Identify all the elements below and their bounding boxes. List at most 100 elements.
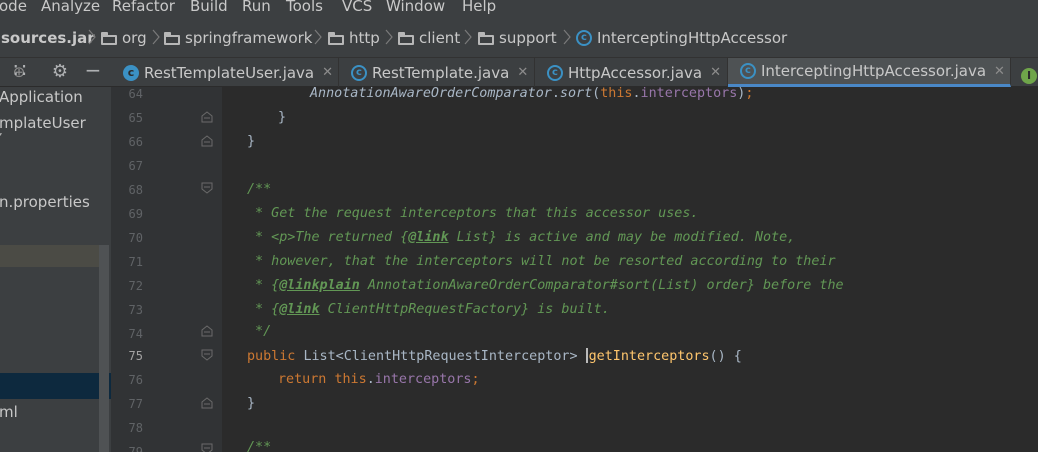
code-token: interceptors (374, 372, 472, 387)
code-token: List} is active and may be modified. Not… (448, 230, 796, 245)
line-number: 78 (128, 421, 143, 435)
tree-row-selected[interactable] (0, 373, 111, 399)
tree-item[interactable]: n.properties (0, 193, 90, 211)
tab-resttemplateuser[interactable]: c RestTemplateUser.java ✕ (111, 58, 339, 87)
breadcrumb-jar[interactable]: sources.jar (1, 27, 95, 49)
breadcrumb-support[interactable]: support (478, 27, 557, 49)
menu-build[interactable]: Build (190, 0, 228, 15)
breadcrumb-springframework-label: springframework (185, 29, 313, 47)
menu-vcs[interactable]: VCS (342, 0, 372, 15)
menu-run[interactable]: Run (242, 0, 271, 15)
fold-end-icon[interactable] (201, 111, 213, 123)
menu-analyze[interactable]: Analyze (41, 0, 100, 15)
fold-start-icon[interactable] (201, 349, 213, 361)
code-line-68: /** (247, 182, 272, 197)
project-scrollbar[interactable] (99, 245, 109, 452)
tree-item[interactable]: mplateUser (0, 114, 86, 132)
class-icon: c (740, 63, 756, 79)
line-number: 72 (128, 279, 143, 293)
fold-end-icon[interactable] (201, 325, 213, 337)
code-line-73: * {@link ClientHttpRequestFactory} is bu… (247, 302, 610, 317)
code-line-76: return this.interceptors; (278, 372, 480, 387)
breadcrumb-http-label: http (349, 29, 380, 47)
interface-icon: I (1021, 68, 1037, 84)
line-number: 67 (128, 159, 143, 173)
code-line-69: * Get the request interceptors that this… (247, 206, 699, 221)
current-line-number: 75 (128, 349, 143, 363)
editor-tab-bar: c RestTemplateUser.java ✕ c RestTemplate… (111, 58, 1038, 87)
menu-refactor[interactable]: Refactor (112, 0, 175, 15)
close-icon[interactable]: ✕ (710, 65, 721, 80)
breadcrumb-org-label: org (122, 29, 147, 47)
menu-window[interactable]: Window (386, 0, 445, 15)
tab-resttemplate[interactable]: c RestTemplate.java ✕ (339, 58, 535, 87)
breadcrumb-class[interactable]: c InterceptingHttpAccessor (576, 27, 787, 49)
code-token: ClientHttpRequestFactory} is built. (319, 302, 610, 317)
line-number: 77 (128, 397, 143, 411)
hide-icon[interactable]: − (84, 60, 102, 80)
menu-code[interactable]: ode (0, 0, 27, 15)
code-line-65: } (278, 110, 287, 125)
line-number: 69 (128, 207, 143, 221)
class-icon: c (123, 64, 139, 81)
class-icon: c (576, 30, 592, 46)
tree-item[interactable]: Application (0, 88, 83, 106)
breadcrumb-client[interactable]: client (398, 27, 460, 49)
folder-icon (101, 31, 117, 45)
folder-icon (398, 31, 414, 45)
tab-label: InterceptingHttpAccessor.java (761, 62, 987, 80)
code-token: public (247, 349, 296, 364)
line-number: 68 (128, 183, 143, 197)
fold-start-icon[interactable] (201, 443, 213, 452)
breadcrumb-separator-icon (88, 29, 96, 45)
project-panel: Application mplateUser ’ n.properties ml (0, 87, 111, 452)
line-number: 73 (128, 303, 143, 317)
code-token: * { (247, 278, 280, 293)
code-token: AnnotationAwareOrderComparator#sort(List… (359, 278, 844, 293)
fold-start-icon[interactable] (201, 182, 213, 194)
breadcrumb-separator-icon (385, 29, 393, 45)
code-token: @link (279, 302, 320, 317)
fold-end-icon[interactable] (201, 135, 213, 147)
breadcrumb-separator-icon (563, 29, 571, 45)
code-token: getInterceptors (588, 349, 710, 364)
tree-item[interactable]: ’ (0, 131, 3, 144)
breadcrumb-http[interactable]: http (328, 27, 380, 49)
code-line-64: AnnotationAwareOrderComparator.sort(this… (310, 86, 754, 101)
close-icon[interactable]: ✕ (517, 65, 528, 80)
line-number: 74 (128, 327, 143, 341)
line-number: 64 (128, 87, 143, 101)
tab-interceptinghttpaccessor[interactable]: c InterceptingHttpAccessor.java ✕ (728, 58, 1011, 87)
code-line-75: public List<ClientHttpRequestInterceptor… (247, 348, 742, 364)
code-token: interceptors (640, 86, 738, 101)
code-token: * { (247, 302, 280, 317)
breadcrumb-separator-icon (152, 29, 160, 45)
breadcrumb-class-label: InterceptingHttpAccessor (597, 29, 788, 47)
close-icon[interactable]: ✕ (322, 65, 333, 80)
line-number: 70 (128, 231, 143, 245)
folder-icon (164, 31, 180, 45)
close-icon[interactable]: ✕ (994, 64, 1005, 79)
line-number: 66 (128, 135, 143, 149)
fold-end-icon[interactable] (201, 397, 213, 409)
code-token: this (334, 372, 367, 387)
code-token: () { (709, 349, 742, 364)
gear-icon[interactable]: ⚙ (51, 63, 69, 81)
code-token: this (600, 86, 633, 101)
code-line-71: * however, that the interceptors will no… (247, 254, 836, 269)
navigation-bar: sources.jar org springframework http cli… (0, 18, 1038, 58)
tab-overflow[interactable]: I (1021, 64, 1037, 84)
breadcrumb-org[interactable]: org (101, 27, 147, 49)
tree-item[interactable]: ml (0, 403, 18, 421)
code-editor[interactable] (222, 87, 1038, 452)
code-line-77: } (247, 396, 256, 411)
line-number: 79 (128, 445, 143, 452)
menu-help[interactable]: Help (462, 0, 496, 15)
text-caret (585, 348, 588, 363)
breadcrumb-support-label: support (499, 29, 557, 47)
breadcrumb-springframework[interactable]: springframework (164, 27, 312, 49)
menu-tools[interactable]: Tools (286, 0, 323, 15)
code-token: return (278, 372, 327, 387)
collapse-all-icon[interactable]: ∷ (11, 60, 29, 80)
tab-httpaccessor[interactable]: c HttpAccessor.java ✕ (535, 58, 728, 87)
